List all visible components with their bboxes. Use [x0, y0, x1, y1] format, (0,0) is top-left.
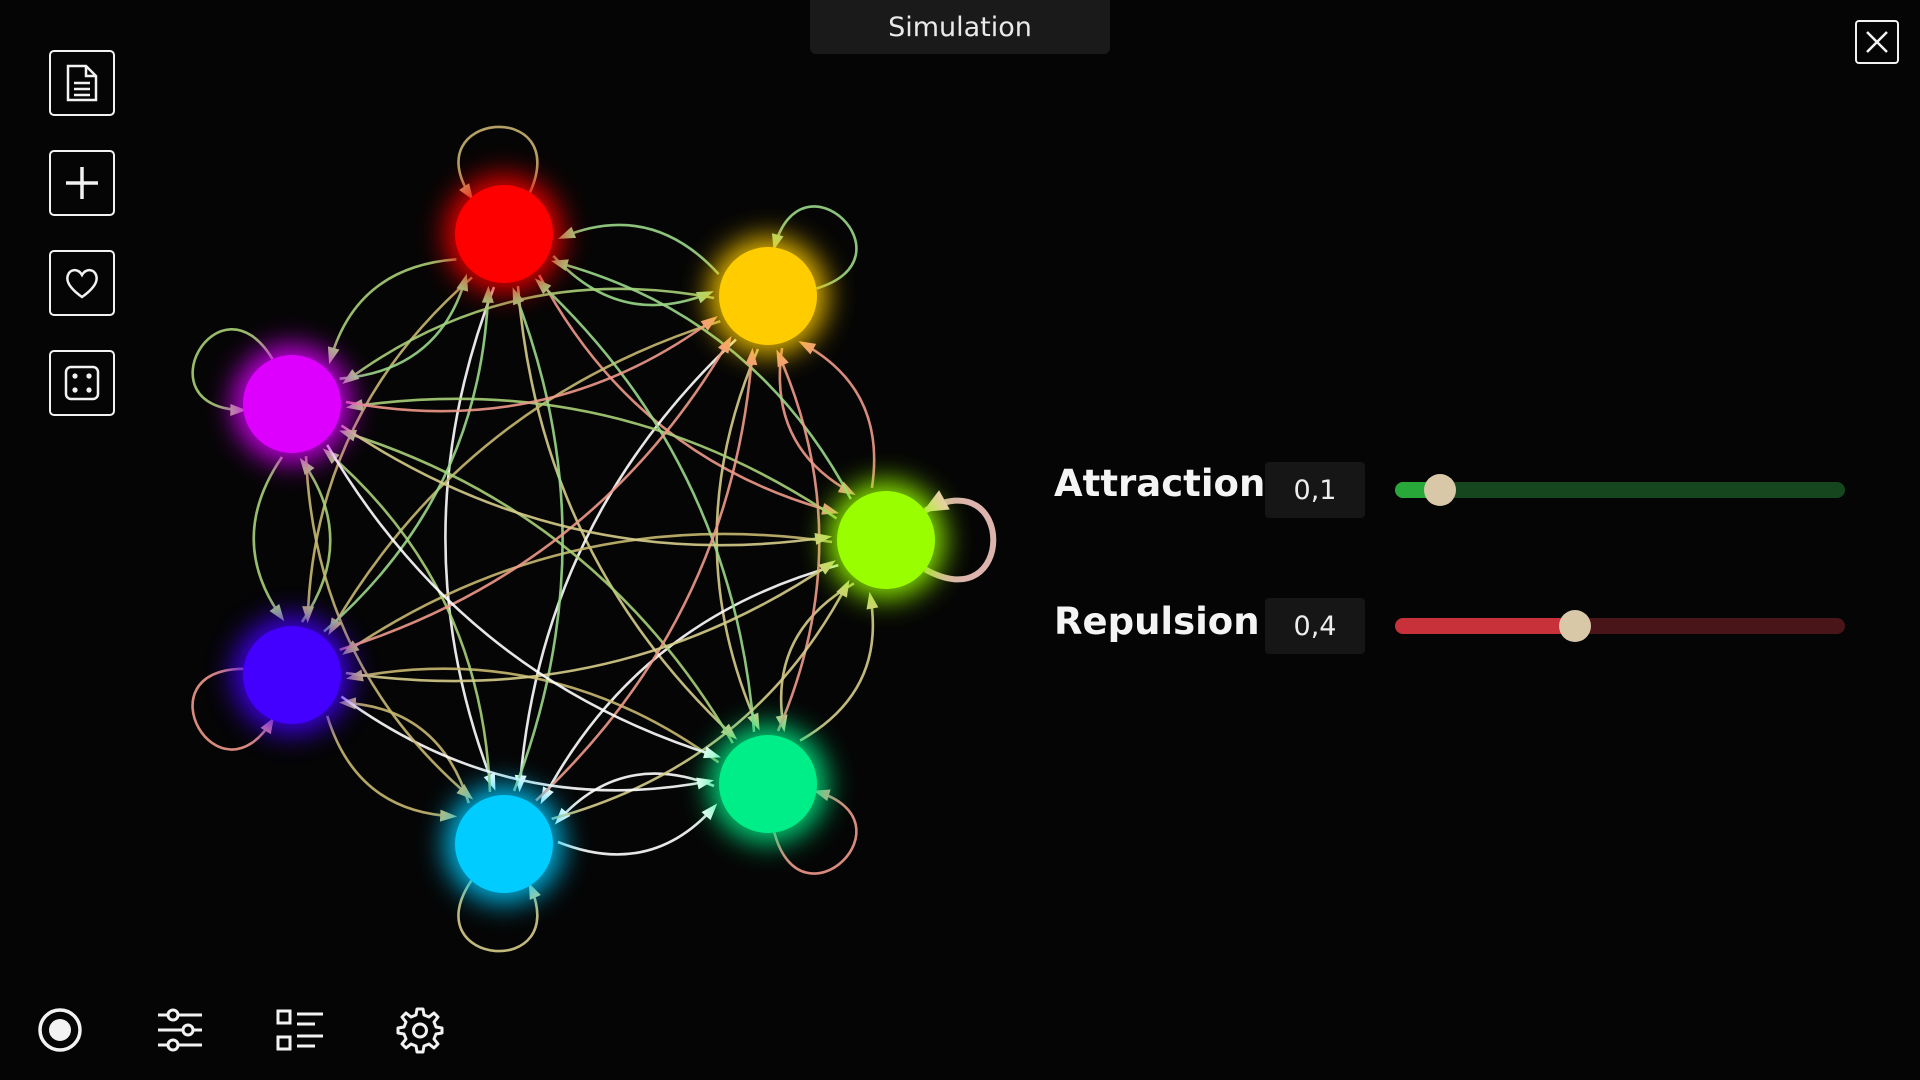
repulsion-value-field[interactable]: 0,4 [1265, 598, 1365, 654]
rule-edge-yellow-to-teal [715, 348, 760, 731]
particle-node-red[interactable] [455, 185, 553, 283]
settings-button[interactable] [390, 1000, 450, 1060]
particle-node-teal[interactable] [719, 735, 817, 833]
rule-edge-yellow-to-red [558, 223, 720, 276]
repulsion-value: 0,4 [1293, 610, 1337, 642]
particle-node-cyan[interactable] [455, 795, 553, 893]
rule-edge-blue-to-yellow [339, 335, 732, 652]
particle-node-magenta[interactable] [243, 355, 341, 453]
attraction-value-field[interactable]: 0,1 [1265, 462, 1365, 518]
list-button[interactable] [270, 1000, 330, 1060]
sliders-button[interactable] [150, 1000, 210, 1060]
rule-edge-blue-to-cyan [325, 715, 458, 822]
attraction-label: Attraction [1054, 462, 1266, 505]
particle-rules-graph [191, 125, 997, 953]
repulsion-slider-thumb[interactable] [1559, 610, 1591, 642]
rule-edge-cyan-to-magenta [322, 448, 492, 792]
record-icon [38, 1008, 82, 1052]
rule-edge-lime-to-yellow [798, 341, 876, 489]
rule-edge-red-to-yellow [552, 254, 714, 307]
close-icon [1866, 31, 1888, 53]
particle-node-yellow[interactable] [719, 247, 817, 345]
attraction-slider-thumb[interactable] [1424, 474, 1456, 506]
particle-node-lime[interactable] [837, 491, 935, 589]
close-button[interactable] [1855, 20, 1899, 64]
rule-edge-blue-to-red [323, 285, 494, 633]
record-button[interactable] [30, 1000, 90, 1060]
repulsion-slider-fill [1395, 618, 1575, 634]
list-icon [276, 1009, 323, 1051]
attraction-value: 0,1 [1293, 474, 1337, 506]
rule-edge-lime-to-magenta [345, 397, 838, 520]
rule-edge-red-to-cyan [444, 286, 496, 791]
rule-edge-red-to-teal [516, 286, 738, 740]
attraction-slider[interactable] [1395, 474, 1845, 506]
gear-icon [396, 1007, 444, 1054]
repulsion-slider[interactable] [1395, 610, 1845, 642]
repulsion-label: Repulsion [1054, 600, 1260, 643]
rule-edge-yellow-to-lime [778, 347, 856, 495]
particle-node-blue[interactable] [243, 626, 341, 724]
rule-edge-cyan-to-blue [338, 697, 471, 804]
rule-edge-magenta-to-blue [252, 456, 285, 622]
sliders-icon [158, 1008, 202, 1052]
rule-edge-teal-to-magenta [338, 429, 734, 744]
rule-edge-teal-to-cyan [554, 772, 715, 825]
rule-edge-magenta-to-red [339, 273, 469, 380]
